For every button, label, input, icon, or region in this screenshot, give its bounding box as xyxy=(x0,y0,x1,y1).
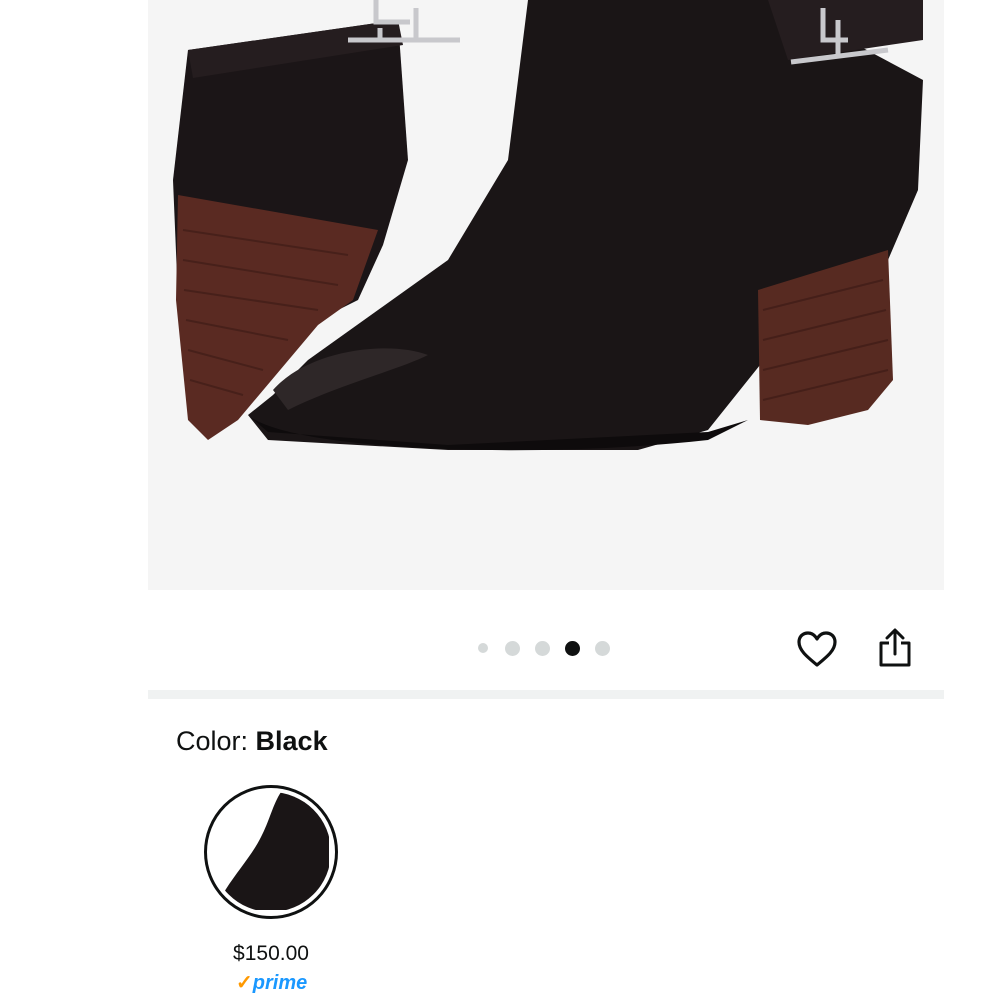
swatch-boot-thumbnail xyxy=(211,792,329,910)
carousel-dot-1[interactable] xyxy=(478,643,488,653)
product-detail-page: Color: Black $150.00 ✓prime xyxy=(0,0,1000,1000)
color-heading: Color: Black xyxy=(176,726,328,757)
color-label: Color: xyxy=(176,726,256,756)
heart-icon xyxy=(797,631,837,667)
carousel-dots xyxy=(478,640,625,656)
swatch-image xyxy=(211,792,331,912)
prime-badge: ✓prime xyxy=(236,970,307,995)
share-button[interactable] xyxy=(873,626,917,670)
prime-label: prime xyxy=(252,972,308,994)
wishlist-button[interactable] xyxy=(796,628,838,670)
prime-check-icon: ✓ xyxy=(236,972,253,994)
product-image[interactable] xyxy=(148,0,944,590)
section-divider xyxy=(148,690,944,699)
color-value: Black xyxy=(255,726,328,756)
carousel-dot-2[interactable] xyxy=(505,640,520,656)
share-icon xyxy=(879,628,911,667)
carousel-dot-4-active[interactable] xyxy=(565,640,580,656)
boot-illustration xyxy=(173,0,923,451)
image-carousel-controls xyxy=(148,590,944,690)
carousel-dot-3[interactable] xyxy=(535,640,550,656)
swatch-price: $150.00 xyxy=(233,942,309,965)
carousel-dot-5[interactable] xyxy=(595,640,610,656)
color-swatch-black[interactable] xyxy=(204,785,338,919)
